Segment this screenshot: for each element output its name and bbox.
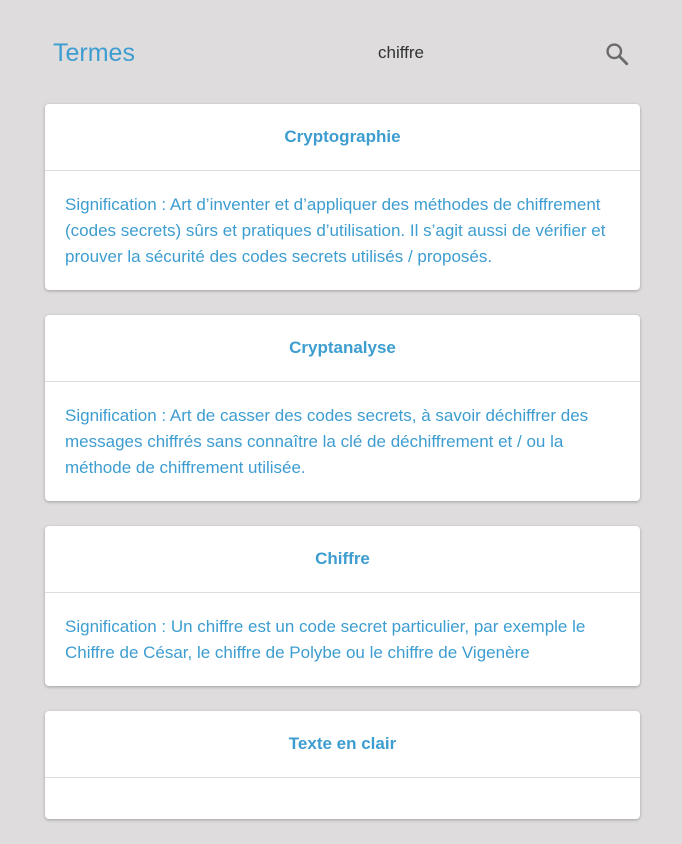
term-title: Cryptographie [45,104,640,171]
term-meaning: Signification : Art d’inventer et d’appl… [65,195,606,266]
term-card[interactable]: Texte en clair [45,711,640,819]
term-card[interactable]: Chiffre Signification : Un chiffre est u… [45,526,640,686]
term-title: Cryptanalyse [45,315,640,382]
term-meaning: Signification : Un chiffre est un code s… [65,617,586,662]
terms-list: Cryptographie Signification : Art d’inve… [45,104,640,844]
page-title: Termes [53,39,135,67]
app-header: Termes chiffre [0,0,682,104]
term-title: Chiffre [45,526,640,593]
search-button[interactable] [600,37,634,71]
term-card[interactable]: Cryptographie Signification : Art d’inve… [45,104,640,290]
search-query-text[interactable]: chiffre [250,42,552,64]
search-icon [606,43,629,66]
term-meaning [45,778,640,819]
term-meaning: Signification : Art de casser des codes … [65,406,589,477]
term-card[interactable]: Cryptanalyse Signification : Art de cass… [45,315,640,501]
